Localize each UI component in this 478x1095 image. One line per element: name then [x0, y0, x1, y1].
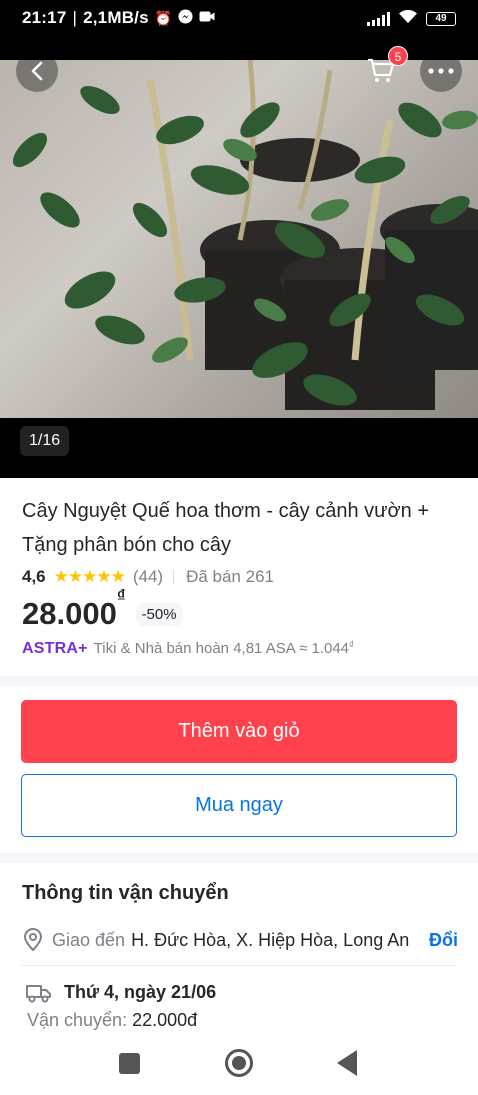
- status-network-speed: 2,1MB/s: [83, 8, 149, 27]
- divider: [173, 570, 175, 584]
- home-button[interactable]: [225, 1049, 253, 1077]
- cart-count-badge: 5: [388, 46, 408, 66]
- shipping-address: H. Đức Hòa, X. Hiệp Hòa, Long An: [131, 929, 410, 950]
- price: 28.000₫: [22, 586, 126, 632]
- shipping-fee-value: 22.000đ: [132, 1010, 198, 1030]
- astra-reward-value: Tiki & Nhà bán hoàn 4,81 ASA ≈ 1.044: [93, 640, 350, 657]
- shipping-address-row[interactable]: Giao đến H. Đức Hòa, X. Hiệp Hòa, Long A…: [22, 928, 458, 952]
- change-address-link[interactable]: Đổi: [429, 930, 458, 951]
- back-arrow-icon: [31, 61, 43, 81]
- section-divider: [0, 853, 478, 863]
- system-nav-bar: [0, 1036, 478, 1095]
- astra-currency: ₫: [349, 640, 355, 651]
- product-title: Cây Nguyệt Quế hoa thơm - cây cảnh vườn …: [22, 500, 430, 556]
- truck-icon: [26, 984, 51, 1002]
- shipping-fee-row: Vận chuyển: 22.000đ: [27, 1010, 197, 1031]
- discount-badge: -50%: [135, 602, 183, 626]
- status-bar: 21:17 | 2,1MB/s ⏰ 49: [0, 0, 478, 36]
- price-currency: ₫: [116, 586, 126, 605]
- status-left: 21:17 | 2,1MB/s ⏰: [22, 8, 215, 28]
- more-button[interactable]: [420, 50, 462, 92]
- add-to-cart-button[interactable]: Thêm vào giỏ: [21, 700, 457, 763]
- astra-reward-text: Tiki & Nhà bán hoàn 4,81 ASA ≈ 1.044₫: [94, 640, 355, 657]
- price-value: 28.000: [22, 596, 117, 631]
- recents-button[interactable]: [119, 1053, 140, 1074]
- back-button[interactable]: [16, 50, 58, 92]
- wifi-icon: [398, 9, 418, 29]
- product-photo[interactable]: [0, 60, 478, 418]
- sold-count: Đã bán 261: [186, 567, 274, 586]
- messenger-icon: [178, 9, 193, 27]
- delivery-date: Thứ 4, ngày 21/06: [64, 982, 217, 1002]
- battery-icon: 49: [426, 12, 456, 26]
- shipping-fee-label: Vận chuyển:: [27, 1010, 128, 1030]
- system-back-button[interactable]: [337, 1050, 357, 1076]
- signal-icon: [367, 12, 390, 26]
- product-gallery[interactable]: 5 1/16: [0, 36, 478, 478]
- video-icon: [199, 10, 215, 26]
- rating-row[interactable]: 4,6 ★★★★★ (44) Đã bán 261: [22, 567, 274, 587]
- status-time: 21:17: [22, 8, 67, 27]
- section-divider: [0, 676, 478, 686]
- shipping-heading: Thông tin vận chuyển: [22, 882, 229, 904]
- review-count[interactable]: (44): [133, 567, 163, 587]
- star-rating-icon: ★★★★★: [53, 567, 126, 586]
- astra-reward-row[interactable]: ASTRA+ Tiki & Nhà bán hoàn 4,81 ASA ≈ 1.…: [22, 640, 354, 658]
- location-pin-icon: [23, 928, 43, 952]
- divider: [22, 965, 456, 966]
- more-dots-icon: [428, 68, 454, 74]
- rating-value: 4,6: [22, 567, 46, 586]
- deliver-to-label: Giao đến: [52, 929, 126, 950]
- image-counter: 1/16: [20, 426, 70, 456]
- buy-now-button[interactable]: Mua ngay: [21, 774, 457, 837]
- delivery-date-row: Thứ 4, ngày 21/06: [26, 982, 216, 1003]
- astra-logo: ASTRA+: [22, 640, 88, 657]
- battery-level: 49: [435, 13, 447, 24]
- price-row: 28.000₫ -50%: [22, 586, 183, 632]
- status-right: 49: [367, 9, 456, 29]
- status-separator: |: [72, 8, 78, 27]
- alarm-icon: ⏰: [154, 9, 173, 26]
